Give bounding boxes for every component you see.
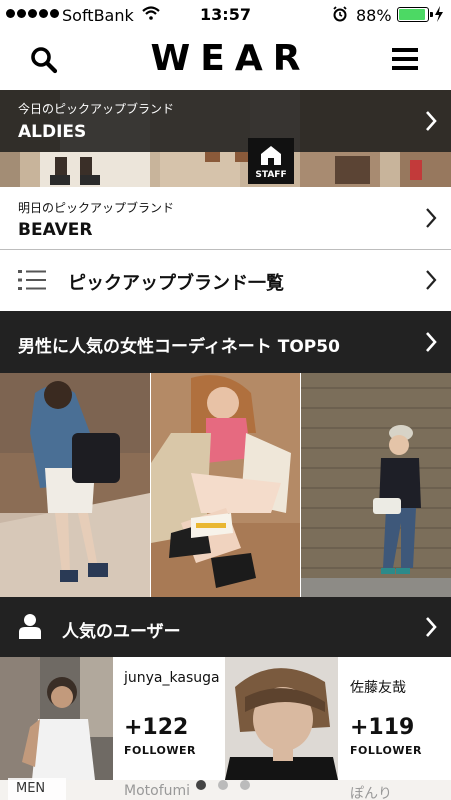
chevron-right-icon xyxy=(426,270,437,290)
user-card-2[interactable]: 佐藤友哉 +119 FOLLOWER xyxy=(225,657,451,780)
pickup-tomorrow-row[interactable]: 明日のピックアップブランド BEAVER xyxy=(0,187,451,250)
page-dot-2[interactable] xyxy=(218,780,228,790)
pickup-today-label: 今日のピックアップブランド xyxy=(18,102,175,116)
user-2-name: 佐藤友哉 xyxy=(350,680,406,696)
user-card-1[interactable]: junya_kasuga +122 FOLLOWER xyxy=(0,657,225,780)
pickup-tomorrow-label: 明日のピックアップブランド xyxy=(18,201,175,215)
peek-user-name-left: Motofumi xyxy=(124,783,191,799)
person-icon xyxy=(19,614,41,639)
chevron-right-icon xyxy=(426,617,437,637)
shop-icon xyxy=(261,146,281,165)
page-indicator[interactable] xyxy=(196,780,250,790)
chevron-right-icon xyxy=(426,332,437,352)
coordinate-photo-2[interactable] xyxy=(151,373,300,597)
pickup-today-banner[interactable]: 今日のピックアップブランド ALDIES xyxy=(0,90,451,187)
staff-badge-label: STAFF xyxy=(255,170,287,180)
hamburger-menu-icon[interactable] xyxy=(388,42,422,76)
battery-percent: 88% xyxy=(356,6,392,25)
status-bar: SoftBank 13:57 88% xyxy=(0,0,451,30)
popular-users-title: 人気のユーザー xyxy=(62,622,181,642)
pickup-today-brand: ALDIES xyxy=(18,122,87,142)
coordinate-photo-1[interactable] xyxy=(0,373,150,597)
chevron-right-icon xyxy=(426,111,437,131)
coordinates-section-title: 男性に人気の女性コーディネート TOP50 xyxy=(18,337,340,357)
men-tag: MEN xyxy=(8,778,66,800)
battery-icon xyxy=(397,7,433,22)
coordinate-photo-3[interactable] xyxy=(301,373,451,597)
user-2-photo xyxy=(225,657,338,780)
user-1-follower-count: +122 xyxy=(124,715,189,740)
page-dot-1[interactable] xyxy=(196,780,206,790)
peek-user-name-right: ぽんり xyxy=(350,786,392,800)
user-1-name: junya_kasuga xyxy=(124,670,220,686)
user-2-follower-label: FOLLOWER xyxy=(350,744,422,757)
app-header: WEAR xyxy=(0,30,451,90)
charging-icon xyxy=(435,6,443,22)
list-icon xyxy=(18,270,46,290)
wear-logo[interactable]: WEAR xyxy=(0,38,451,79)
user-2-follower-count: +119 xyxy=(350,715,415,740)
chevron-right-icon xyxy=(426,208,437,228)
user-1-photo xyxy=(0,657,113,780)
pickup-brand-list-label: ピックアップブランド一覧 xyxy=(68,273,284,294)
popular-users-section-header[interactable]: 人気のユーザー xyxy=(0,597,451,657)
staff-badge: STAFF xyxy=(248,138,294,184)
pickup-tomorrow-brand: BEAVER xyxy=(18,220,93,240)
page-dot-3[interactable] xyxy=(240,780,250,790)
coordinates-section-header[interactable]: 男性に人気の女性コーディネート TOP50 xyxy=(0,311,451,373)
alarm-icon xyxy=(333,6,347,22)
pickup-brand-list-row[interactable]: ピックアップブランド一覧 xyxy=(0,250,451,310)
user-1-follower-label: FOLLOWER xyxy=(124,744,196,757)
